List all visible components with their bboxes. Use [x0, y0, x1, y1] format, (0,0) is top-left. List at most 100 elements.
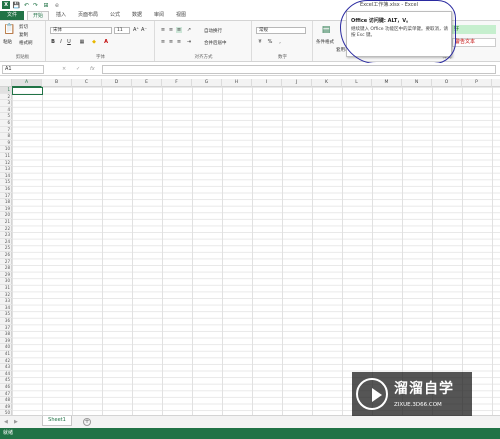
column-header[interactable]: M [372, 79, 402, 87]
align-center-icon[interactable]: ≡ [168, 39, 174, 45]
row-header[interactable]: 29 [0, 272, 12, 279]
number-format-select[interactable]: 常规 [256, 27, 306, 34]
column-header[interactable]: N [402, 79, 432, 87]
comma-icon[interactable]: , [277, 39, 283, 45]
row-header[interactable]: 8 [0, 133, 12, 140]
customize-icon[interactable]: ⊞ [42, 1, 50, 9]
style-good[interactable]: 好 [452, 25, 496, 34]
paste-button[interactable]: 粘贴 [3, 39, 12, 45]
column-header[interactable]: H [222, 79, 252, 87]
formula-input[interactable] [102, 65, 496, 74]
align-top-icon[interactable]: ≡ [160, 27, 166, 33]
column-header[interactable]: J [282, 79, 312, 87]
underline-button[interactable]: U [66, 39, 72, 45]
font-name-select[interactable]: 宋体 [50, 27, 112, 34]
row-header[interactable]: 28 [0, 265, 12, 272]
row-header[interactable]: 15 [0, 179, 12, 186]
row-header[interactable]: 12 [0, 160, 12, 167]
row-header[interactable]: 46 [0, 384, 12, 391]
grow-font-button[interactable]: A⁺ [133, 27, 139, 33]
row-header[interactable]: 6 [0, 120, 12, 127]
tab-page-layout[interactable]: 页面布局 [73, 11, 103, 20]
row-header[interactable]: 39 [0, 338, 12, 345]
align-left-icon[interactable]: ≡ [160, 39, 166, 45]
wrap-text-button[interactable]: 自动换行 [204, 28, 222, 34]
shrink-font-button[interactable]: A⁻ [141, 27, 147, 33]
row-header[interactable]: 32 [0, 292, 12, 299]
border-icon[interactable]: ▦ [79, 39, 85, 45]
row-header[interactable]: 4 [0, 107, 12, 114]
conditional-format-button[interactable]: 条件格式 [316, 39, 334, 45]
row-header[interactable]: 9 [0, 140, 12, 147]
row-header[interactable]: 23 [0, 232, 12, 239]
row-header[interactable]: 2 [0, 94, 12, 101]
row-header[interactable]: 36 [0, 318, 12, 325]
row-header[interactable]: 3 [0, 100, 12, 107]
enter-icon[interactable]: ✓ [76, 66, 80, 72]
indent-icon[interactable]: ⇥ [186, 39, 192, 45]
row-header[interactable]: 17 [0, 193, 12, 200]
column-header[interactable]: E [132, 79, 162, 87]
conditional-format-icon[interactable]: ▤ [320, 24, 332, 36]
row-header[interactable]: 43 [0, 364, 12, 371]
column-header[interactable]: C [72, 79, 102, 87]
style-warning-text[interactable]: 警告文本 [452, 38, 496, 47]
row-header[interactable]: 33 [0, 298, 12, 305]
italic-button[interactable]: I [58, 39, 64, 45]
column-header[interactable]: D [102, 79, 132, 87]
row-header[interactable]: 37 [0, 325, 12, 332]
row-header[interactable]: 11 [0, 153, 12, 160]
row-header[interactable]: 38 [0, 331, 12, 338]
copy-button[interactable]: 复制 [19, 32, 28, 38]
bold-button[interactable]: B [50, 39, 56, 45]
row-header[interactable]: 49 [0, 404, 12, 411]
column-header[interactable]: G [192, 79, 222, 87]
row-header[interactable]: 42 [0, 358, 12, 365]
cancel-icon[interactable]: × [62, 66, 66, 72]
row-header[interactable]: 47 [0, 391, 12, 398]
row-header[interactable]: 10 [0, 146, 12, 153]
row-header[interactable]: 24 [0, 239, 12, 246]
save-icon[interactable]: 💾 [13, 1, 20, 9]
add-sheet-button[interactable]: + [83, 418, 91, 426]
sheet-nav-next-icon[interactable]: ▶ [14, 419, 18, 425]
tab-insert[interactable]: 插入 [51, 11, 71, 20]
font-size-select[interactable]: 11 [114, 27, 130, 34]
sheet-nav-prev-icon[interactable]: ◀ [4, 419, 8, 425]
column-header[interactable]: P [462, 79, 492, 87]
select-all-corner[interactable] [0, 79, 12, 87]
orientation-icon[interactable]: ↗ [186, 27, 192, 33]
column-header[interactable]: A [12, 79, 42, 87]
align-bottom-icon[interactable]: ≡ [176, 27, 182, 33]
selected-cell-a1[interactable] [12, 87, 43, 95]
font-color-icon[interactable]: A [103, 39, 109, 45]
row-header[interactable]: 20 [0, 212, 12, 219]
row-header[interactable]: 21 [0, 219, 12, 226]
percent-button[interactable]: % [267, 39, 273, 45]
row-header[interactable]: 35 [0, 311, 12, 318]
sheet-tab-sheet1[interactable]: Sheet1 [42, 416, 72, 426]
column-header[interactable]: L [342, 79, 372, 87]
merge-center-button[interactable]: 合并后居中 [204, 40, 227, 46]
row-header[interactable]: 34 [0, 305, 12, 312]
currency-icon[interactable]: ¥ [257, 39, 263, 45]
column-header[interactable]: F [162, 79, 192, 87]
row-header[interactable]: 7 [0, 127, 12, 134]
column-header[interactable]: B [42, 79, 72, 87]
row-header[interactable]: 30 [0, 278, 12, 285]
column-header[interactable]: K [312, 79, 342, 87]
tab-home[interactable]: 开始 [27, 11, 49, 20]
row-header[interactable]: 13 [0, 166, 12, 173]
row-header[interactable]: 26 [0, 252, 12, 259]
undo-icon[interactable]: ↶ [23, 1, 30, 9]
row-header[interactable]: 18 [0, 199, 12, 206]
format-painter-button[interactable]: 格式刷 [19, 40, 33, 46]
row-header[interactable]: 16 [0, 186, 12, 193]
tab-formulas[interactable]: 公式 [105, 11, 125, 20]
align-middle-icon[interactable]: ≡ [168, 27, 174, 33]
function-icon[interactable]: fx [90, 66, 95, 72]
quick-access-extra[interactable]: e [54, 1, 60, 9]
cut-button[interactable]: 剪切 [19, 24, 28, 30]
row-header[interactable]: 14 [0, 173, 12, 180]
align-right-icon[interactable]: ≡ [176, 39, 182, 45]
